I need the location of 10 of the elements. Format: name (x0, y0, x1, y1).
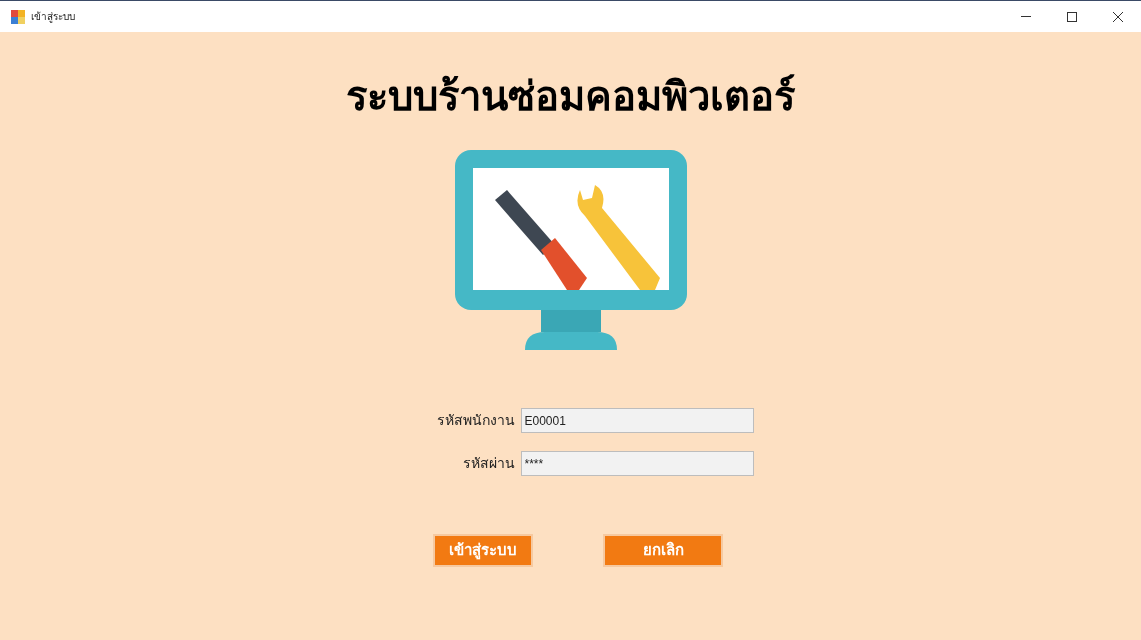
field-label: รหัสพนักงาน (435, 411, 515, 430)
monitor-tools-icon (454, 150, 687, 350)
window-title: เข้าสู่ระบบ (31, 10, 75, 24)
app-heading: ระบบร้านซ่อมคอมพิวเตอร์ (346, 73, 795, 120)
close-icon[interactable] (1113, 11, 1123, 22)
field-label: รหัสผ่าน (461, 454, 515, 473)
app-icon (11, 9, 25, 24)
maximize-icon[interactable] (1067, 11, 1077, 22)
input-field[interactable]: E00001 (520, 408, 754, 433)
input-field[interactable]: **** (520, 451, 754, 476)
